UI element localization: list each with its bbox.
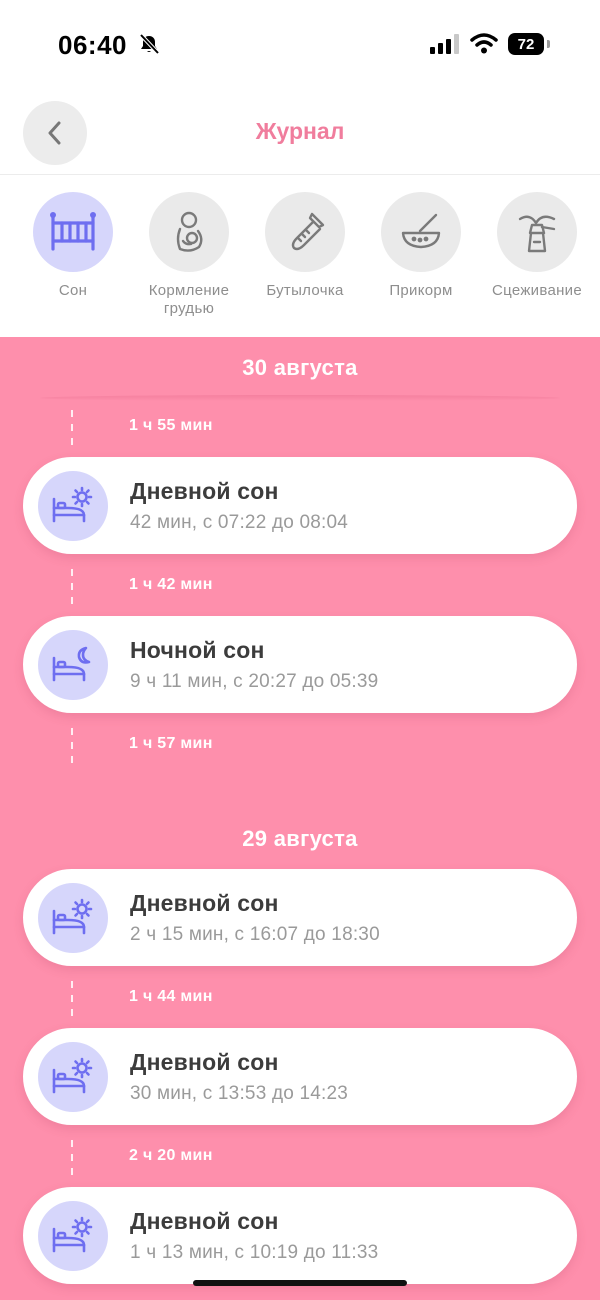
entry-detail: 9 ч 11 мин, с 20:27 до 05:39 [130,671,379,692]
category-label: Сон [58,282,88,299]
battery-icon: 72 [508,33,550,55]
category-circle [149,192,229,272]
category-pumping[interactable]: Сцеживание [479,192,595,300]
entry-detail: 1 ч 13 мин, с 10:19 до 11:33 [130,1242,379,1263]
entry-detail: 2 ч 15 мин, с 16:07 до 18:30 [130,924,380,945]
day-sleep-icon [38,1042,108,1112]
interval-label: 1 ч 44 мин [129,988,213,1005]
entry-title: Дневной сон [130,1049,279,1075]
journal-list[interactable]: 30 августа 1 ч 55 мин Дневной сон 42 мин… [0,337,600,1300]
interval-label: 1 ч 42 мин [129,576,213,593]
sleep-entry-card[interactable]: Дневной сон 42 мин, с 07:22 до 08:04 [23,457,577,554]
home-indicator[interactable] [193,1280,407,1286]
day-sleep-icon [38,883,108,953]
interval-label: 1 ч 55 мин [129,417,213,434]
crib-icon [50,212,96,251]
category-bar: Сон Кормление грудью Бутылочка Прикорм С… [0,176,600,337]
night-sleep-icon [38,630,108,700]
sleep-entry-card[interactable]: Дневной сон 1 ч 13 мин, с 10:19 до 11:33 [23,1187,577,1284]
entry-detail: 30 мин, с 13:53 до 14:23 [130,1083,349,1104]
entry-detail: 42 мин, с 07:22 до 08:04 [130,512,349,533]
category-circle [497,192,577,272]
interval-label: 2 ч 20 мин [129,1147,213,1164]
entry-title: Дневной сон [130,890,279,916]
category-label: Сцеживание [492,282,582,299]
entry-title: Дневной сон [130,1208,279,1234]
timeline-dash [71,410,73,445]
sleep-entry-card[interactable]: Ночной сон 9 ч 11 мин, с 20:27 до 05:39 [23,616,577,713]
breastfeeding-icon [176,211,203,252]
sleep-entry-card[interactable]: Дневной сон 2 ч 15 мин, с 16:07 до 18:30 [23,869,577,966]
date-divider [40,395,560,401]
bowl-icon [401,213,441,249]
date-header: 30 августа [242,355,358,380]
status-time: 06:40 [58,30,127,60]
page-title: Журнал [255,118,345,144]
breast-pump-icon [518,215,556,253]
category-circle [381,192,461,272]
interval-label: 1 ч 57 мин [129,735,213,752]
entry-title: Дневной сон [130,478,279,504]
category-circle [33,192,113,272]
category-label: Бутылочка [266,282,344,299]
sleep-entry-card[interactable]: Дневной сон 30 мин, с 13:53 до 14:23 [23,1028,577,1125]
header: Журнал [0,90,600,175]
category-solids[interactable]: Прикорм [363,192,479,300]
timeline-dash [71,569,73,604]
status-bar: 06:40 72 [0,0,600,90]
category-circle [265,192,345,272]
wifi-icon [470,33,498,54]
category-sleep[interactable]: Сон [15,192,131,300]
day-sleep-icon [38,1201,108,1271]
timeline-dash [71,981,73,1016]
battery-level: 72 [508,33,550,55]
timeline-dash [71,728,73,763]
category-label: Прикорм [389,282,453,299]
category-label: Кормление грудью [148,282,230,317]
bell-muted-icon [139,33,160,55]
date-header: 29 августа [242,826,358,851]
entry-title: Ночной сон [130,637,265,663]
cellular-signal-icon [430,34,459,54]
timeline-dash [71,1140,73,1175]
category-breastfeeding[interactable]: Кормление грудью [131,192,247,318]
day-sleep-icon [38,471,108,541]
bottle-icon [291,212,325,251]
category-bottle[interactable]: Бутылочка [247,192,363,300]
